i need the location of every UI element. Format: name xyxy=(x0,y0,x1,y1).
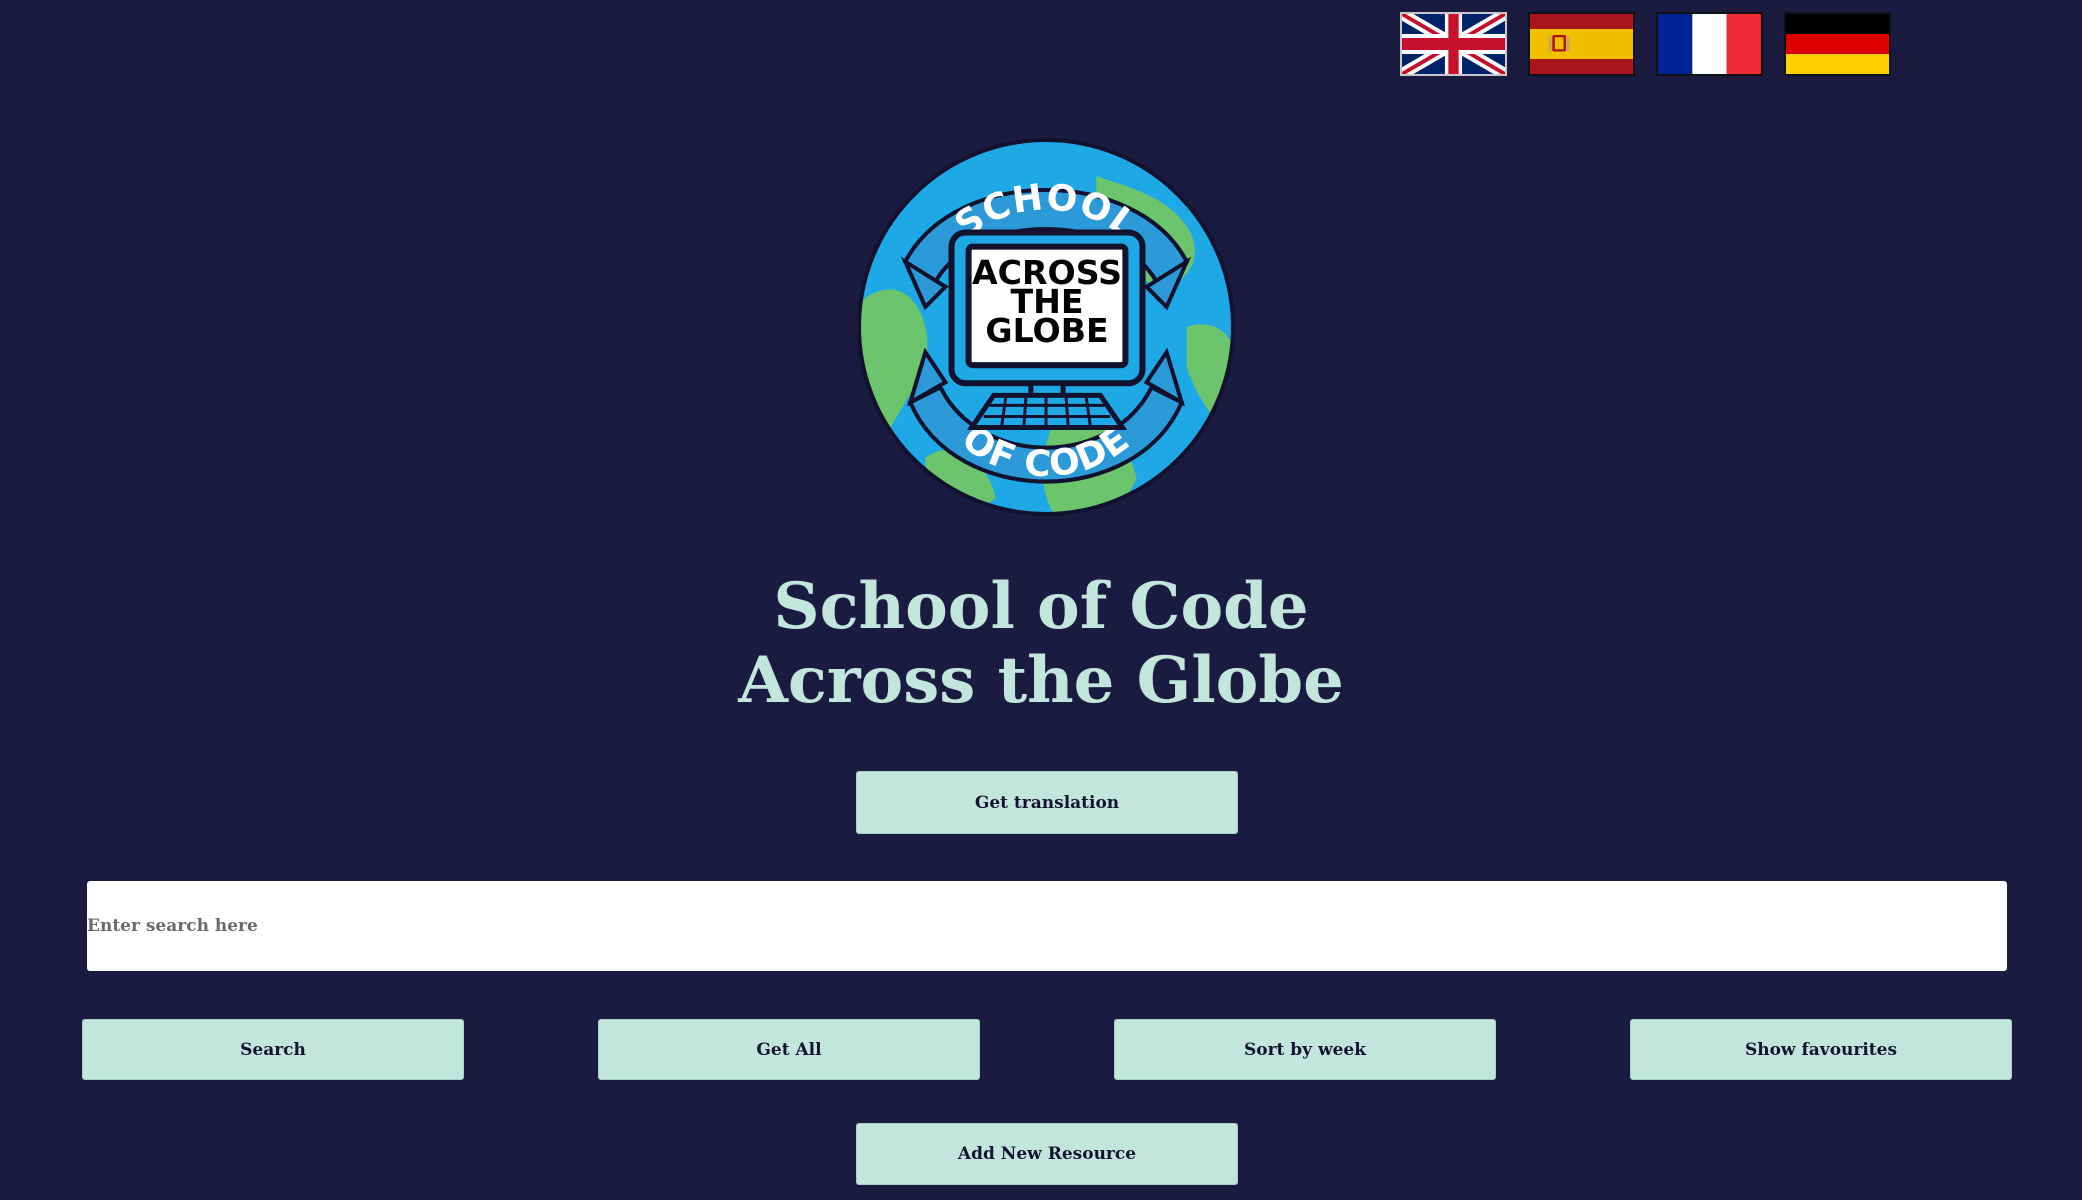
get-all-button[interactable]: Get All xyxy=(598,1019,980,1080)
germany-flag-icon[interactable] xyxy=(1784,12,1891,76)
page-title-line2: Across the Globe xyxy=(738,643,1344,718)
add-new-resource-button[interactable]: Add New Resource xyxy=(856,1123,1238,1185)
logo-screen-line3: GLOBE xyxy=(985,311,1108,350)
show-favourites-button[interactable]: Show favourites xyxy=(1630,1019,2012,1080)
search-input[interactable] xyxy=(87,881,2007,971)
language-flags xyxy=(1400,12,1891,76)
spain-flag-icon[interactable] xyxy=(1528,12,1635,76)
page-title: School of Code Across the Globe xyxy=(0,570,2082,718)
get-translation-button[interactable]: Get translation xyxy=(856,771,1238,834)
sort-by-week-button[interactable]: Sort by week xyxy=(1114,1019,1496,1080)
school-of-code-logo: SCHOOL OF CODE ACROSS THE GLOBE xyxy=(855,136,1237,518)
uk-flag-icon[interactable] xyxy=(1400,12,1507,76)
page-title-line1: School of Code xyxy=(773,569,1309,644)
france-flag-icon[interactable] xyxy=(1656,12,1763,76)
search-button[interactable]: Search xyxy=(82,1019,464,1080)
